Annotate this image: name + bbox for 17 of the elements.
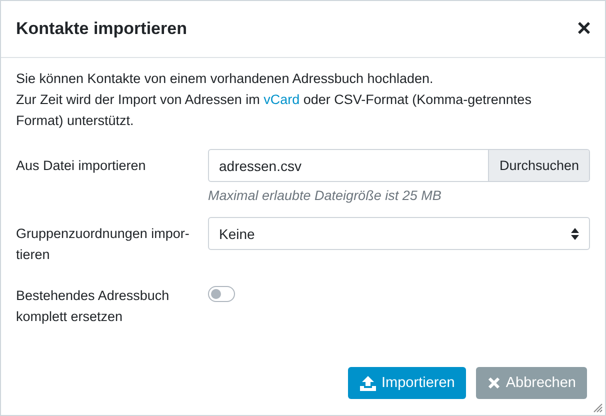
file-input-field[interactable]: adressen.csv Durchsuchen	[208, 149, 590, 182]
field-label: Bestehendes Adressbuch komplett ersetzen	[16, 287, 170, 326]
close-icon	[488, 377, 500, 389]
resize-grip-icon	[593, 403, 603, 413]
field-label: Aus Datei importieren	[16, 157, 147, 175]
group-select[interactable]: Keine	[208, 217, 590, 250]
upload-icon	[360, 376, 376, 390]
import-button[interactable]: Importieren	[348, 367, 466, 399]
toggle-switch[interactable]	[208, 286, 235, 302]
browse-button[interactable]: Durchsuchen	[488, 150, 589, 181]
vcard-link[interactable]: vCard	[264, 92, 300, 107]
dialog-title: Kontakte importieren	[16, 19, 187, 39]
close-button[interactable]: ×	[576, 17, 591, 41]
field-label: Gruppenzuordnungen impor-tieren	[16, 225, 190, 264]
intro-text: Sie können Kontakte von einem vorhandenen Adressbuch hochladen. Zur Zeit wird der Import von Adressen im vCard oder CSV-Format (Komma-getrenntes Format) unterstützt.	[16, 70, 532, 130]
sort-arrows-icon	[571, 228, 579, 240]
hint-text: Maximal erlaubte Dateigröße ist 25 MB	[208, 188, 442, 203]
